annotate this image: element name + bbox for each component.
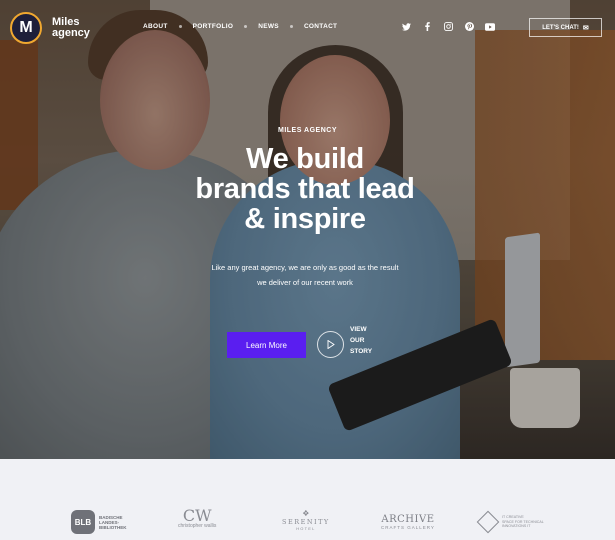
hero-subtitle-line: we deliver of our recent work — [257, 278, 353, 287]
nav-item-news[interactable]: NEWS — [258, 23, 279, 30]
lets-chat-button[interactable]: LET'S CHAT! ✉ — [529, 18, 602, 37]
hero-headline-line: brands that lead — [195, 173, 415, 205]
hero-eyebrow: MILES AGENCY — [277, 127, 338, 134]
envelope-icon: ✉ — [582, 24, 589, 32]
pinterest-icon[interactable] — [463, 22, 475, 34]
view-our-story-link[interactable]: VIEW OUR STORY — [350, 324, 380, 357]
archive-logo-sub: CRAFTS GALLERY — [381, 525, 435, 530]
learn-more-button[interactable]: Learn More — [227, 332, 306, 358]
client-logo-christopher-wallis[interactable]: CW christopher wallis — [178, 506, 217, 530]
blb-logo-mark: BLB — [71, 510, 95, 534]
archive-logo-name: ARCHIVE — [381, 514, 435, 525]
serenity-leaf-icon: ❖ — [302, 509, 310, 518]
story-link-line: STORY — [350, 348, 373, 355]
hero-section: M Miles agency ABOUT PORTFOLIO NEWS CONT… — [0, 0, 615, 459]
facebook-icon[interactable] — [421, 22, 433, 34]
instagram-icon[interactable] — [442, 22, 454, 34]
youtube-icon[interactable] — [484, 22, 496, 34]
story-link-line: VIEW — [350, 326, 367, 333]
blb-logo-text-line: BIBLIOTHEK — [99, 524, 127, 530]
cw-logo-text: christopher wallis — [178, 523, 217, 529]
hero-headline-line: & inspire — [244, 203, 366, 235]
client-logo-blb[interactable]: BLB BADISCHE LANDES- BIBLIOTHEK — [71, 510, 139, 534]
site-logo[interactable]: M Miles agency — [10, 12, 92, 44]
story-link-line: OUR — [350, 337, 365, 344]
nav-item-about[interactable]: ABOUT — [143, 23, 168, 30]
client-logo-it-creative[interactable]: IT CREATIVE SPACE FOR TECHNICAL INNOVATI… — [476, 510, 572, 534]
hero-subtitle-line: Like any great agency, we are only as go… — [211, 263, 399, 272]
nav-separator — [244, 25, 248, 28]
main-nav: ABOUT PORTFOLIO NEWS CONTACT — [143, 23, 337, 30]
it-creative-logo-text: IT CREATIVE SPACE FOR TECHNICAL INNOVATI… — [502, 515, 572, 529]
it-creative-text-line: INNOVATIONS IT — [502, 524, 531, 529]
clients-logos: BLB BADISCHE LANDES- BIBLIOTHEK CW chris… — [0, 459, 615, 540]
client-logo-archive[interactable]: ARCHIVE CRAFTS GALLERY — [381, 514, 435, 530]
blb-logo-text: BADISCHE LANDES- BIBLIOTHEK — [99, 515, 139, 530]
nav-separator — [178, 25, 182, 28]
logo-text-line: agency — [52, 27, 90, 39]
serenity-logo-sub: HOTEL — [296, 526, 316, 531]
lets-chat-label: LET'S CHAT! — [542, 24, 579, 31]
cube-icon — [476, 510, 500, 534]
nav-item-contact[interactable]: CONTACT — [304, 23, 337, 30]
nav-separator — [289, 25, 293, 28]
hero-subtitle: Like any great agency, we are only as go… — [0, 260, 610, 290]
client-logo-serenity-hotel[interactable]: ❖ SERENITY HOTEL — [282, 509, 330, 531]
twitter-icon[interactable] — [400, 22, 412, 34]
hero-headline: We build brands that lead & inspire — [0, 144, 610, 234]
social-links — [400, 22, 505, 34]
logo-badge: M — [10, 12, 42, 44]
nav-item-portfolio[interactable]: PORTFOLIO — [193, 23, 234, 30]
cw-logo-mark: CW — [182, 506, 212, 525]
play-icon[interactable] — [317, 331, 344, 358]
logo-text: Miles agency — [52, 17, 92, 39]
hero-headline-line: We build — [246, 143, 364, 175]
serenity-logo-name: SERENITY — [282, 518, 330, 526]
